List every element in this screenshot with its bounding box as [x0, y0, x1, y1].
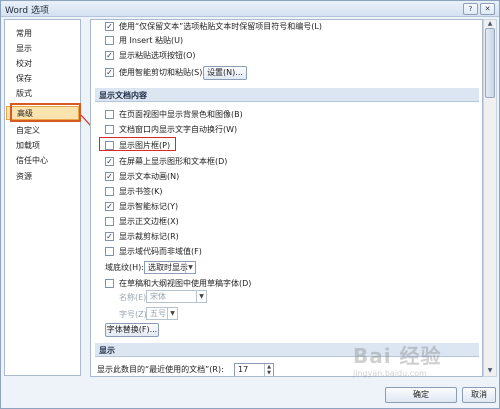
vertical-scrollbar[interactable]: ▲ ▼ — [483, 19, 497, 377]
draft-font-name-label: 名称(E): — [119, 293, 149, 302]
checkbox[interactable] — [105, 202, 114, 211]
sidebar-item-save[interactable]: 保存 — [6, 72, 79, 86]
draft-font-size-select[interactable]: 五号 ▼ — [146, 307, 178, 320]
advanced-options-panel: 使用“仅保留文本”选项粘贴文本时保留项目符号和编号(L) 用 Insert 粘贴… — [90, 19, 483, 377]
checkbox[interactable] — [105, 68, 114, 77]
settings-button[interactable]: 设置(N)... — [203, 66, 247, 80]
checkbox[interactable] — [105, 279, 114, 288]
options-sidebar: 常用 显示 校对 保存 版式 高级 自定义 加载项 信任中心 资源 — [4, 19, 81, 376]
field-shading-label: 域底纹(H): — [105, 263, 144, 272]
field-shading-select[interactable]: 选取时显示 ▼ — [144, 261, 196, 274]
checkbox[interactable] — [105, 36, 114, 45]
help-button[interactable]: ? — [463, 3, 478, 15]
checkbox[interactable] — [105, 110, 114, 119]
ok-button[interactable]: 确定 — [385, 387, 457, 403]
title-bar: Word 选项 ? ✕ — [1, 1, 499, 17]
picture-placeholder-highlight-annotation — [99, 137, 176, 151]
sidebar-item-resources[interactable]: 资源 — [6, 170, 79, 184]
advanced-highlight-annotation — [10, 103, 81, 122]
word-options-dialog: Word 选项 ? ✕ 常用 显示 校对 保存 版式 高级 自定义 加载项 信任… — [0, 0, 500, 409]
chevron-down-icon: ▼ — [196, 291, 206, 302]
checkbox[interactable] — [105, 172, 114, 181]
checkbox[interactable] — [105, 157, 114, 166]
sidebar-item-popular[interactable]: 常用 — [6, 27, 79, 41]
watermark-logo: Bai 经验 jingyan.baidu.com — [353, 344, 442, 378]
close-button[interactable]: ✕ — [480, 3, 495, 15]
checkbox[interactable] — [105, 187, 114, 196]
cancel-button[interactable]: 取消 — [462, 387, 496, 403]
checkbox[interactable] — [105, 51, 114, 60]
sidebar-item-trust-center[interactable]: 信任中心 — [6, 154, 79, 168]
recent-docs-spinner[interactable]: 17 ▲ ▼ — [234, 363, 274, 376]
recent-docs-label: 显示此数目的“最近使用的文档”(R): — [97, 365, 224, 374]
draft-font-size-label: 字号(Z): — [119, 310, 150, 319]
checkbox[interactable] — [105, 22, 114, 31]
font-substitution-button[interactable]: 字体替换(F)... — [105, 323, 159, 337]
chevron-down-icon: ▼ — [185, 262, 195, 273]
section-header-document-content: 显示文档内容 — [95, 88, 479, 102]
sidebar-item-customize[interactable]: 自定义 — [6, 124, 79, 138]
window-title: Word 选项 — [5, 6, 49, 16]
spin-down-icon[interactable]: ▼ — [264, 370, 273, 376]
sidebar-item-layout[interactable]: 版式 — [6, 87, 79, 101]
draft-font-name-select[interactable]: 宋体 ▼ — [146, 290, 207, 303]
sidebar-item-proofing[interactable]: 校对 — [6, 57, 79, 71]
checkbox[interactable] — [105, 247, 114, 256]
sidebar-item-display[interactable]: 显示 — [6, 42, 79, 56]
checkbox[interactable] — [105, 125, 114, 134]
chevron-down-icon: ▼ — [167, 308, 177, 319]
sidebar-item-addins[interactable]: 加载项 — [6, 139, 79, 153]
checkbox[interactable] — [105, 217, 114, 226]
scroll-thumb[interactable] — [485, 28, 495, 98]
checkbox[interactable] — [105, 232, 114, 241]
scroll-up-icon[interactable]: ▲ — [485, 20, 495, 28]
